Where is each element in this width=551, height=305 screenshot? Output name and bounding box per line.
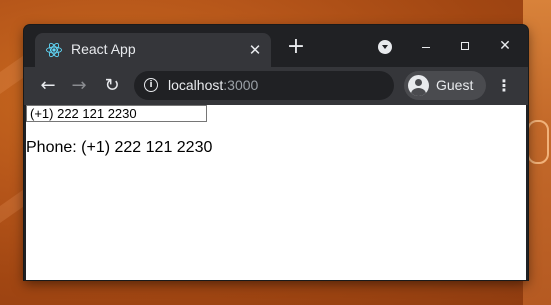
- new-tab-button[interactable]: +: [286, 36, 306, 58]
- profile-button[interactable]: Guest: [404, 71, 486, 100]
- tab-strip: React App ✕ + ✕: [24, 25, 528, 67]
- profile-name: Guest: [436, 77, 474, 93]
- browser-toolbar: ← → ↻ i localhost:3000 Guest ⋮: [24, 67, 528, 105]
- url-host: localhost: [168, 77, 224, 93]
- tab-search-icon[interactable]: [378, 40, 392, 54]
- phone-output: Phone: (+1) 222 121 2230: [26, 139, 213, 156]
- address-bar[interactable]: i localhost:3000: [134, 71, 394, 100]
- back-arrow-icon[interactable]: ←: [36, 74, 60, 98]
- react-icon: [46, 42, 62, 58]
- tab-title: React App: [71, 41, 136, 57]
- page-content: Phone: (+1) 222 121 2230: [26, 105, 526, 280]
- phone-input[interactable]: [26, 105, 207, 122]
- maximize-button[interactable]: [454, 35, 476, 57]
- site-info-icon[interactable]: i: [144, 78, 158, 92]
- tab-react-app[interactable]: React App ✕: [35, 33, 271, 67]
- reload-icon[interactable]: ↻: [100, 74, 124, 98]
- minimize-button[interactable]: [415, 35, 437, 57]
- tab-close-icon[interactable]: ✕: [245, 40, 265, 60]
- url-port: :3000: [223, 77, 259, 93]
- more-menu-icon[interactable]: ⋮: [494, 75, 514, 97]
- avatar-icon: [408, 75, 429, 96]
- close-window-button[interactable]: ✕: [494, 35, 516, 57]
- url-text: localhost:3000: [168, 77, 258, 93]
- browser-window: React App ✕ + ✕ ← → ↻ i localhost:3000 G…: [24, 25, 528, 280]
- forward-arrow-icon[interactable]: →: [67, 74, 91, 98]
